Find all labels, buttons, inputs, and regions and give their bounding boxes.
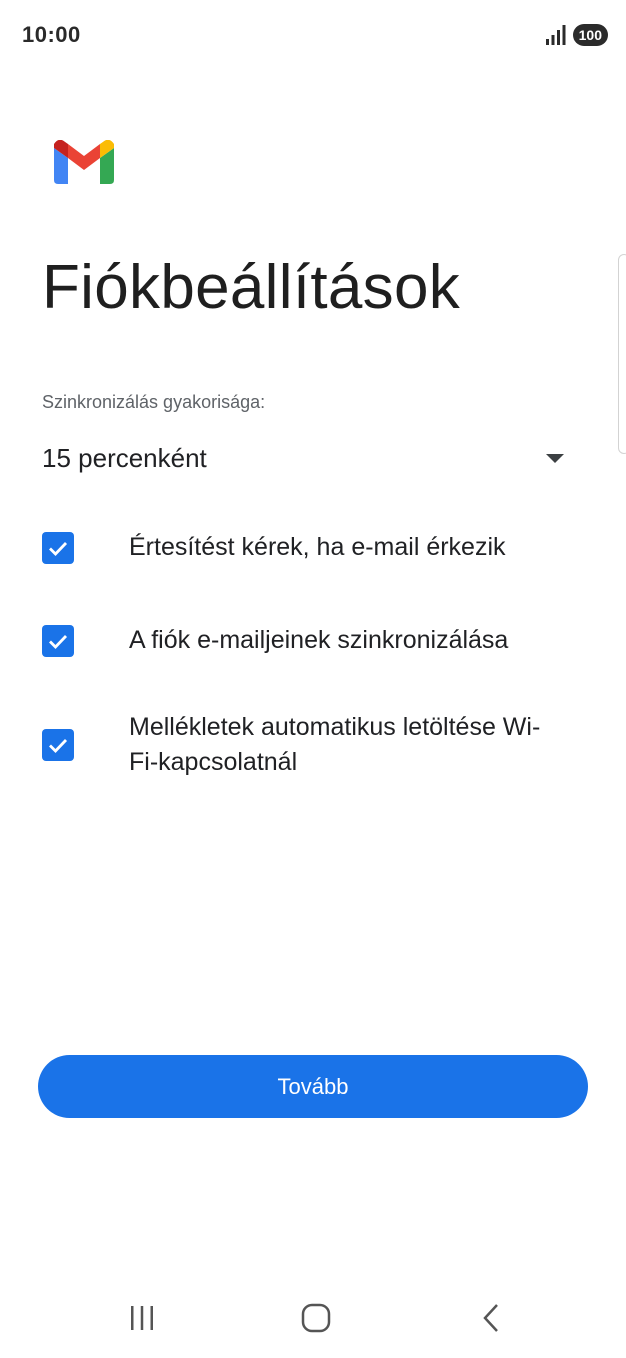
recents-button[interactable] [112,1290,172,1346]
navigation-bar [0,1290,626,1346]
next-button[interactable]: Tovább [38,1055,588,1118]
checkbox-checked-icon[interactable] [42,531,74,564]
back-icon [483,1304,498,1332]
sync-frequency-dropdown[interactable]: 15 percenként [42,436,570,480]
sync-frequency-label: Szinkronizálás gyakorisága: [42,392,266,412]
battery-icon: 100 [572,24,608,46]
signal-bars-icon [545,25,566,45]
page-title: Fiókbeállítások [42,253,461,322]
recents-icon [131,1306,153,1330]
edge-panel-handle[interactable] [618,254,626,454]
status-time: 10:00 [22,22,81,47]
option-label: A fiók e-mailjeinek szinkronizálása [129,626,509,654]
notify-new-email-option[interactable]: Értesítést kérek, ha e-mail érkezik [42,530,582,565]
option-label: Mellékletek automatikus letöltése Wi-Fi-… [129,713,541,776]
auto-download-attachments-option[interactable]: Mellékletek automatikus letöltése Wi-Fi-… [42,710,582,780]
gmail-logo-icon [54,140,114,184]
option-label: Értesítést kérek, ha e-mail érkezik [129,533,506,561]
back-button[interactable] [462,1290,522,1346]
screen: 10:00 100 Fiókbeállítások Szinkronizálás… [0,0,626,1358]
home-button[interactable] [286,1290,346,1346]
sync-frequency-value: 15 percenként [42,442,207,473]
status-icons: 100 [545,24,608,46]
sync-account-emails-option[interactable]: A fiók e-mailjeinek szinkronizálása [42,623,582,658]
home-icon [301,1303,331,1333]
checkbox-checked-icon[interactable] [42,729,74,761]
dropdown-arrow-icon [546,453,564,463]
checkbox-checked-icon[interactable] [42,624,74,657]
